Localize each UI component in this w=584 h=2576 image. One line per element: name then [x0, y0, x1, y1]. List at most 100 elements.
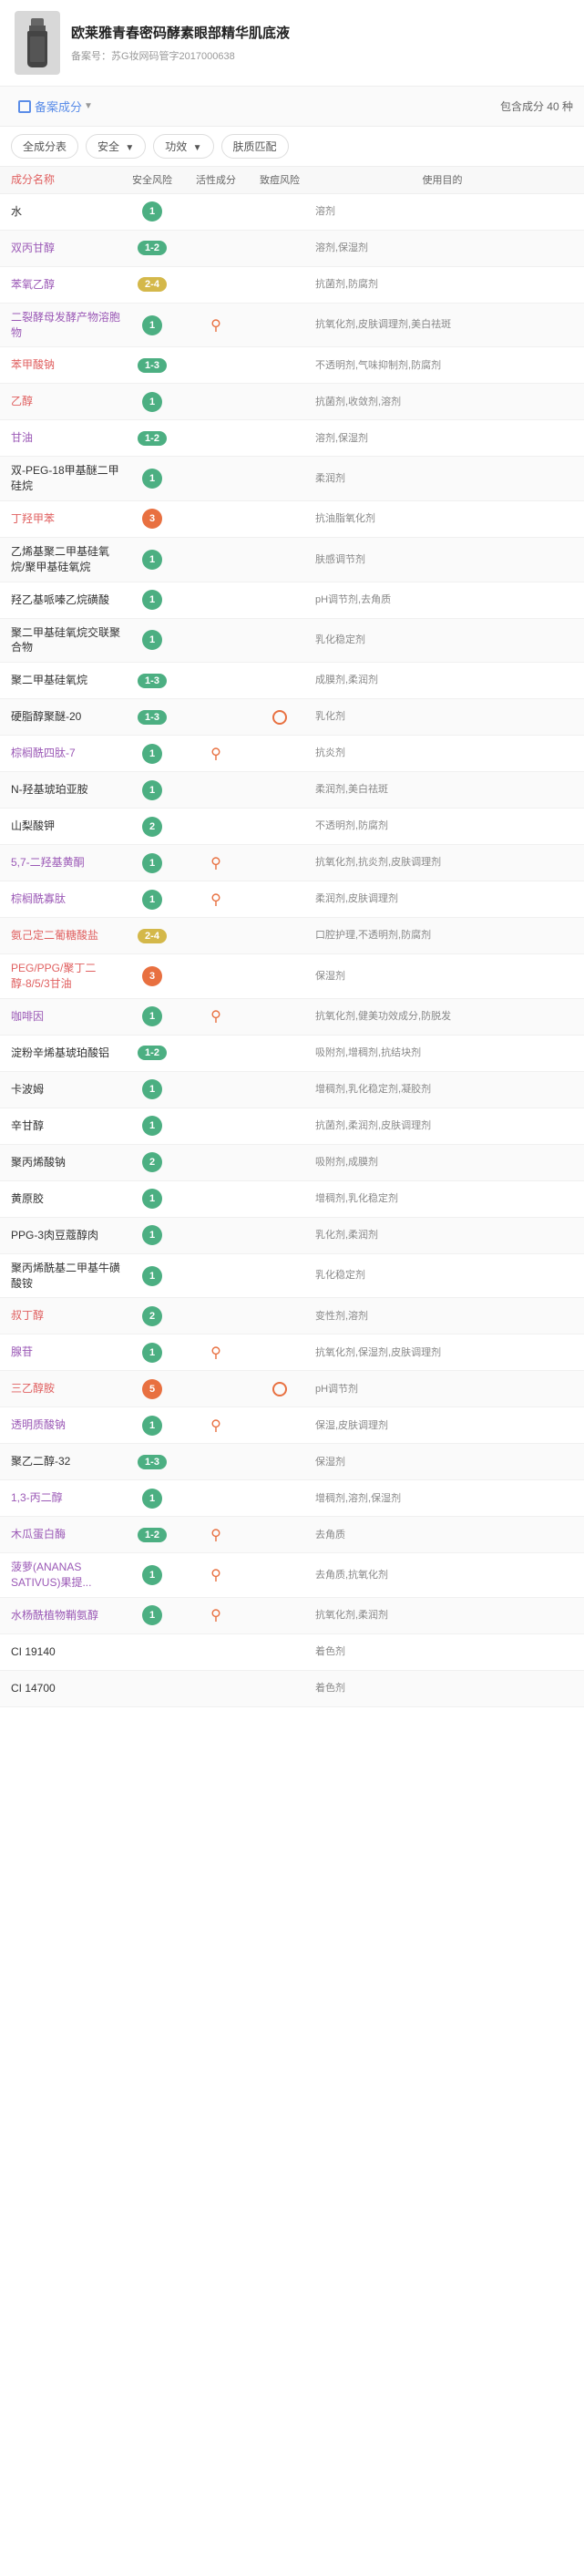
table-row[interactable]: 棕榈酰四肽-7 1 ⚲ 抗炎剂: [0, 736, 584, 772]
ingredient-purpose: 溶剂,保湿剂: [312, 431, 573, 447]
table-row[interactable]: 丁羟甲苯 3 抗油脂氧化剂: [0, 501, 584, 538]
table-row[interactable]: 水杨酰植物鞘氨醇 1 ⚲ 抗氧化剂,柔润剂: [0, 1598, 584, 1634]
ingredient-purpose: 抗氧化剂,柔润剂: [312, 1608, 573, 1623]
safety-value: 1: [142, 392, 162, 412]
safety-badge: 1: [120, 550, 184, 570]
table-row[interactable]: PPG-3肉豆蔻醇肉 1 乳化剂,柔润剂: [0, 1218, 584, 1254]
ingredient-purpose: 溶剂: [312, 204, 573, 220]
ingredient-purpose: 保湿,皮肤调理剂: [312, 1418, 573, 1434]
safety-value: 1: [142, 890, 162, 910]
table-row[interactable]: 乙醇 1 抗菌剂,收敛剂,溶剂: [0, 384, 584, 420]
acne-circle-icon: [272, 1382, 287, 1396]
table-row[interactable]: 5,7-二羟基黄酮 1 ⚲ 抗氧化剂,抗炎剂,皮肤调理剂: [0, 845, 584, 881]
safety-badge: 1-2: [120, 1528, 184, 1542]
product-title: 欧莱雅青春密码酵素眼部精华肌底液: [71, 24, 569, 43]
active-icon: ⚲: [210, 854, 221, 872]
safety-value: 1: [142, 590, 162, 610]
safety-badge: 1: [120, 1565, 184, 1585]
ingredient-purpose: 保湿剂: [312, 969, 573, 984]
table-row[interactable]: 三乙醇胺 5 pH调节剂: [0, 1371, 584, 1407]
table-row[interactable]: 聚丙烯酰基二甲基牛磺酸铵 1 乳化稳定剂: [0, 1254, 584, 1299]
effect-filter-btn[interactable]: 功效 ▼: [153, 134, 213, 159]
safety-value: 1: [142, 201, 162, 222]
ingredient-name: 水杨酰植物鞘氨醇: [11, 1608, 120, 1623]
table-row[interactable]: 双丙甘醇 1-2 溶剂,保湿剂: [0, 231, 584, 267]
tab-ingredients[interactable]: 备案成分 ▼: [11, 94, 100, 118]
table-row[interactable]: 苯甲酸钠 1-3 不透明剂,气味抑制剂,防腐剂: [0, 347, 584, 384]
table-row[interactable]: 聚二甲基硅氧烷 1-3 成膜剂,柔润剂: [0, 663, 584, 699]
ingredient-purpose: 去角质,抗氧化剂: [312, 1568, 573, 1583]
safety-value: 1-3: [138, 1455, 167, 1469]
table-row[interactable]: 山梨酸钾 2 不透明剂,防腐剂: [0, 809, 584, 845]
ingredient-purpose: 保湿剂: [312, 1455, 573, 1470]
table-row[interactable]: 硬脂醇聚醚-20 1-3 乳化剂: [0, 699, 584, 736]
table-row[interactable]: 棕榈酰寡肽 1 ⚲ 柔润剂,皮肤调理剂: [0, 881, 584, 918]
active-icon: ⚲: [210, 1606, 221, 1624]
table-row[interactable]: 甘油 1-2 溶剂,保湿剂: [0, 420, 584, 457]
table-row[interactable]: 卡波姆 1 增稠剂,乳化稳定剂,凝胶剂: [0, 1072, 584, 1108]
table-row[interactable]: 聚丙烯酸钠 2 吸附剂,成膜剂: [0, 1145, 584, 1181]
table-row[interactable]: 淀粉辛烯基琥珀酸铝 1-2 吸附剂,增稠剂,抗结块剂: [0, 1036, 584, 1072]
safety-value: 2: [142, 1306, 162, 1326]
safety-badge: 2: [120, 1152, 184, 1172]
table-row[interactable]: 二裂酵母发酵产物溶胞物 1 ⚲ 抗氧化剂,皮肤调理剂,美白祛斑: [0, 304, 584, 348]
table-row[interactable]: PEG/PPG/聚丁二醇-8/5/3甘油 3 保湿剂: [0, 954, 584, 999]
table-row[interactable]: 叔丁醇 2 变性剂,溶剂: [0, 1298, 584, 1334]
ingredient-name: 木瓜蛋白酶: [11, 1527, 120, 1542]
safety-value: 1: [142, 1605, 162, 1625]
safety-value: 1-2: [138, 1046, 167, 1060]
safety-value: 1: [142, 469, 162, 489]
table-row[interactable]: 菠萝(ANANAS SATIVUS)果提... 1 ⚲ 去角质,抗氧化剂: [0, 1553, 584, 1598]
table-row[interactable]: 水 1 溶剂: [0, 194, 584, 231]
safety-badge: 2: [120, 1306, 184, 1326]
safety-badge: 1: [120, 1266, 184, 1286]
table-row[interactable]: 乙烯基聚二甲基硅氧烷/聚甲基硅氧烷 1 肤感调节剂: [0, 538, 584, 582]
all-ingredients-btn[interactable]: 全成分表: [11, 134, 78, 159]
table-row[interactable]: 聚二甲基硅氧烷交联聚合物 1 乳化稳定剂: [0, 619, 584, 664]
table-row[interactable]: 双-PEG-18甲基醚二甲硅烷 1 柔润剂: [0, 457, 584, 501]
ingredient-purpose: 增稠剂,乳化稳定剂: [312, 1191, 573, 1207]
table-row[interactable]: 聚乙二醇-32 1-3 保湿剂: [0, 1444, 584, 1480]
table-row[interactable]: N-羟基琥珀亚胺 1 柔润剂,美白祛斑: [0, 772, 584, 809]
tab-bar: 备案成分 ▼ 包含成分 40 种: [0, 87, 584, 127]
safety-value: 1: [142, 744, 162, 764]
filter-row: 全成分表 安全 ▼ 功效 ▼ 肤质匹配: [0, 127, 584, 167]
table-row[interactable]: CI 14700 着色剂: [0, 1671, 584, 1707]
safety-filter-btn[interactable]: 安全 ▼: [86, 134, 146, 159]
ingredient-name: 腺苷: [11, 1345, 120, 1360]
safety-badge: 1-2: [120, 241, 184, 255]
effect-arrow-icon: ▼: [193, 143, 202, 153]
table-row[interactable]: 透明质酸钠 1 ⚲ 保湿,皮肤调理剂: [0, 1407, 584, 1444]
ingredient-name: 双丙甘醇: [11, 241, 120, 256]
ingredient-purpose: 不透明剂,防腐剂: [312, 819, 573, 834]
table-row[interactable]: CI 19140 着色剂: [0, 1634, 584, 1671]
ingredient-purpose: 柔润剂,皮肤调理剂: [312, 891, 573, 907]
table-row[interactable]: 氨己定二葡糖酸盐 2-4 口腔护理,不透明剂,防腐剂: [0, 918, 584, 954]
ingredient-purpose: 增稠剂,乳化稳定剂,凝胶剂: [312, 1082, 573, 1097]
active-indicator: ⚲: [184, 891, 248, 909]
table-header: 成分名称 安全风险 活性成分 致痘风险 使用目的: [0, 167, 584, 194]
table-row[interactable]: 辛甘醇 1 抗菌剂,柔润剂,皮肤调理剂: [0, 1108, 584, 1145]
ingredient-name: 菠萝(ANANAS SATIVUS)果提...: [11, 1560, 120, 1591]
safety-badge: 2: [120, 817, 184, 837]
safety-badge: 1: [120, 780, 184, 800]
header-acne: 致痘风险: [248, 172, 312, 188]
table-row[interactable]: 苯氧乙醇 2-4 抗菌剂,防腐剂: [0, 267, 584, 304]
table-row[interactable]: 咖啡因 1 ⚲ 抗氧化剂,健美功效成分,防脱发: [0, 999, 584, 1036]
ingredient-name: 双-PEG-18甲基醚二甲硅烷: [11, 463, 120, 494]
table-row[interactable]: 1,3-丙二醇 1 增稠剂,溶剂,保湿剂: [0, 1480, 584, 1517]
skin-filter-btn[interactable]: 肤质匹配: [221, 134, 289, 159]
safety-value: 1: [142, 630, 162, 650]
safety-badge: 1: [120, 1225, 184, 1245]
safety-value: 1: [142, 1416, 162, 1436]
table-row[interactable]: 羟乙基哌嗪乙烷磺酸 1 pH调节剂,去角质: [0, 582, 584, 619]
ingredient-name: 山梨酸钾: [11, 819, 120, 834]
safety-value: 1: [142, 315, 162, 335]
safety-badge: 1: [120, 1116, 184, 1136]
table-row[interactable]: 木瓜蛋白酶 1-2 ⚲ 去角质: [0, 1517, 584, 1553]
safety-badge: 1-3: [120, 358, 184, 373]
table-row[interactable]: 腺苷 1 ⚲ 抗氧化剂,保湿剂,皮肤调理剂: [0, 1334, 584, 1371]
ingredient-purpose: 不透明剂,气味抑制剂,防腐剂: [312, 358, 573, 374]
table-row[interactable]: 黄原胶 1 增稠剂,乳化稳定剂: [0, 1181, 584, 1218]
ingredients-table: 水 1 溶剂 双丙甘醇 1-2 溶剂,保湿剂 苯氧乙醇 2-4 抗菌剂,防腐剂 …: [0, 194, 584, 1707]
